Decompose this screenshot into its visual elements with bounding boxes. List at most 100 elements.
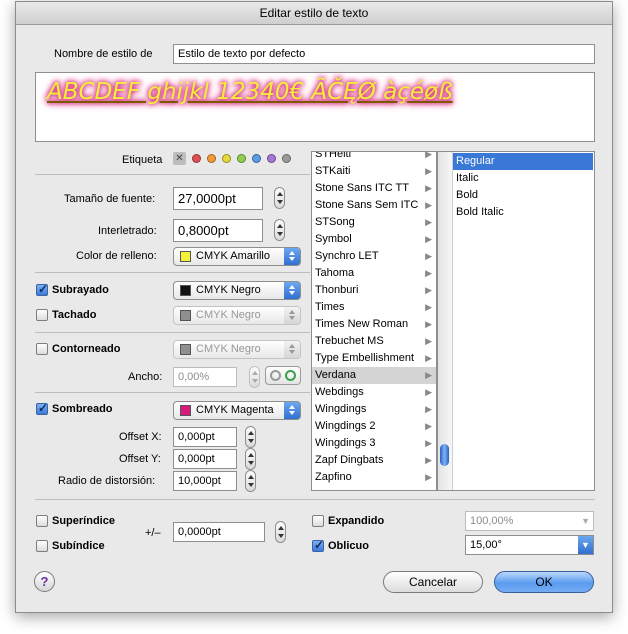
expanded-combo[interactable]: 100,00% ▼ <box>465 511 594 531</box>
shadow-color-popup[interactable]: CMYK Magenta <box>173 401 301 420</box>
font-list-item[interactable]: Wingdings 3 ▶ <box>312 435 436 452</box>
outline-color-swatch <box>180 344 191 355</box>
offset-x-input[interactable]: 0,000pt <box>173 427 237 447</box>
outline-inner-icon[interactable] <box>285 370 296 381</box>
font-list-item[interactable]: STKaiti ▶ <box>312 163 436 180</box>
font-list-item[interactable]: Wingdings ▶ <box>312 401 436 418</box>
chevron-right-icon: ▶ <box>425 166 432 176</box>
popup-arrows-icon <box>284 341 300 358</box>
font-list-item[interactable]: STHeiti ▶ <box>312 152 436 163</box>
blur-radius-stepper[interactable] <box>245 470 256 492</box>
underline-checkbox[interactable] <box>36 282 48 296</box>
ok-button[interactable]: OK <box>494 571 594 593</box>
font-name: Webdings <box>315 386 364 398</box>
separator <box>35 174 310 175</box>
oblique-checkbox[interactable] <box>312 538 324 552</box>
chevron-right-icon: ▶ <box>425 472 432 482</box>
underline-color-value: CMYK Negro <box>196 284 261 296</box>
font-size-stepper[interactable] <box>274 187 285 209</box>
chevron-right-icon: ▶ <box>425 217 432 227</box>
font-name: Synchro LET <box>315 250 379 262</box>
oblique-label: Oblicuo <box>328 540 369 552</box>
offset-y-input[interactable]: 0,000pt <box>173 449 237 469</box>
shadow-checkbox[interactable] <box>36 401 48 415</box>
font-list-item[interactable]: Synchro LET ▶ <box>312 248 436 265</box>
scrollbar-thumb[interactable] <box>440 444 449 466</box>
window-title: Editar estilo de texto <box>16 2 612 25</box>
blur-radius-input[interactable]: 10,000pt <box>173 471 237 491</box>
font-list-item[interactable]: Zapfino ▶ <box>312 469 436 486</box>
outline-width-input[interactable]: 0,00% <box>173 367 237 387</box>
font-family-list[interactable]: STHeiti ▶ STKaiti ▶ Stone Sans ITC TT ▶ Stone … <box>311 151 437 491</box>
label-color-dot[interactable] <box>267 154 276 163</box>
outline-color-popup[interactable]: CMYK Negro <box>173 340 301 359</box>
expanded-checkbox[interactable] <box>312 515 324 527</box>
font-style-item[interactable]: Regular <box>453 153 593 170</box>
subscript-label: Subíndice <box>52 540 105 552</box>
strike-color-popup[interactable]: CMYK Negro <box>173 306 301 325</box>
underline-color-swatch <box>180 285 191 296</box>
no-label-icon[interactable]: ✕ <box>173 152 186 165</box>
outline-checkbox[interactable] <box>36 343 48 355</box>
superscript-checkbox[interactable] <box>36 515 48 527</box>
label-color-dot[interactable] <box>282 154 291 163</box>
font-name: Times <box>315 301 345 313</box>
font-style-item[interactable]: Bold Italic <box>453 204 593 221</box>
style-name-input[interactable]: Estilo de texto por defecto <box>173 44 595 64</box>
font-list-item[interactable]: Wingdings 2 ▶ <box>312 418 436 435</box>
outline-style-segment[interactable] <box>265 366 301 385</box>
separator <box>35 392 310 393</box>
font-list-item[interactable]: Times ▶ <box>312 299 436 316</box>
font-list-item[interactable]: Thonburi ▶ <box>312 282 436 299</box>
font-list-item[interactable]: Webdings ▶ <box>312 384 436 401</box>
label-color-dot[interactable] <box>207 154 216 163</box>
fill-color-label: Color de relleno: <box>76 250 157 262</box>
chevron-right-icon: ▶ <box>425 268 432 278</box>
spacing-input[interactable]: 0,8000pt <box>173 219 263 242</box>
baseline-stepper[interactable] <box>275 521 286 543</box>
label-color-dot[interactable] <box>252 154 261 163</box>
strike-color-swatch <box>180 310 191 321</box>
outline-outer-icon[interactable] <box>270 370 281 381</box>
chevron-down-icon[interactable]: ▼ <box>578 536 593 554</box>
label-color-dot[interactable] <box>237 154 246 163</box>
font-list-item[interactable]: Symbol ▶ <box>312 231 436 248</box>
font-name: Wingdings <box>315 403 367 415</box>
offset-y-stepper[interactable] <box>245 448 256 470</box>
font-list-item[interactable]: Type Embellishment ▶ <box>312 350 436 367</box>
font-name: Tahoma <box>315 267 355 279</box>
font-list-item[interactable]: Verdana ▶ <box>312 367 436 384</box>
font-list-item[interactable]: Stone Sans Sem ITC ▶ <box>312 197 436 214</box>
chevron-down-icon[interactable]: ▼ <box>581 512 590 530</box>
offset-x-stepper[interactable] <box>245 426 256 448</box>
font-size-input[interactable]: 27,0000pt <box>173 187 263 210</box>
outline-width-stepper[interactable] <box>249 366 260 388</box>
underline-color-popup[interactable]: CMYK Negro <box>173 281 301 300</box>
font-list-item[interactable]: STSong ▶ <box>312 214 436 231</box>
strike-checkbox[interactable] <box>36 309 48 321</box>
font-list-item[interactable]: Stone Sans ITC TT ▶ <box>312 180 436 197</box>
spacing-stepper[interactable] <box>274 219 285 241</box>
chevron-right-icon: ▶ <box>425 353 432 363</box>
font-list-scrollbar[interactable] <box>438 152 453 490</box>
label-color-dot[interactable] <box>192 154 201 163</box>
font-style-item[interactable]: Italic <box>453 170 593 187</box>
font-list-item[interactable]: Zapf Dingbats ▶ <box>312 452 436 469</box>
font-list-item[interactable]: Times New Roman ▶ <box>312 316 436 333</box>
font-list-item[interactable]: Trebuchet MS ▶ <box>312 333 436 350</box>
font-style-list[interactable]: Regular Italic Bold Bold Italic <box>437 151 595 491</box>
font-style-item[interactable]: Bold <box>453 187 593 204</box>
help-button[interactable]: ? <box>34 571 55 592</box>
chevron-right-icon: ▶ <box>425 200 432 210</box>
oblique-combo[interactable]: 15,00° ▼ <box>465 535 594 555</box>
chevron-right-icon: ▶ <box>425 234 432 244</box>
cancel-button[interactable]: Cancelar <box>383 571 483 593</box>
baseline-input[interactable]: 0,0000pt <box>173 522 265 542</box>
label-color-dot[interactable] <box>222 154 231 163</box>
subscript-checkbox[interactable] <box>36 540 48 552</box>
fill-color-popup[interactable]: CMYK Amarillo <box>173 247 301 266</box>
font-list-item[interactable]: Tahoma ▶ <box>312 265 436 282</box>
font-size-label: Tamaño de fuente: <box>64 193 156 205</box>
chevron-right-icon: ▶ <box>425 319 432 329</box>
chevron-right-icon: ▶ <box>425 285 432 295</box>
